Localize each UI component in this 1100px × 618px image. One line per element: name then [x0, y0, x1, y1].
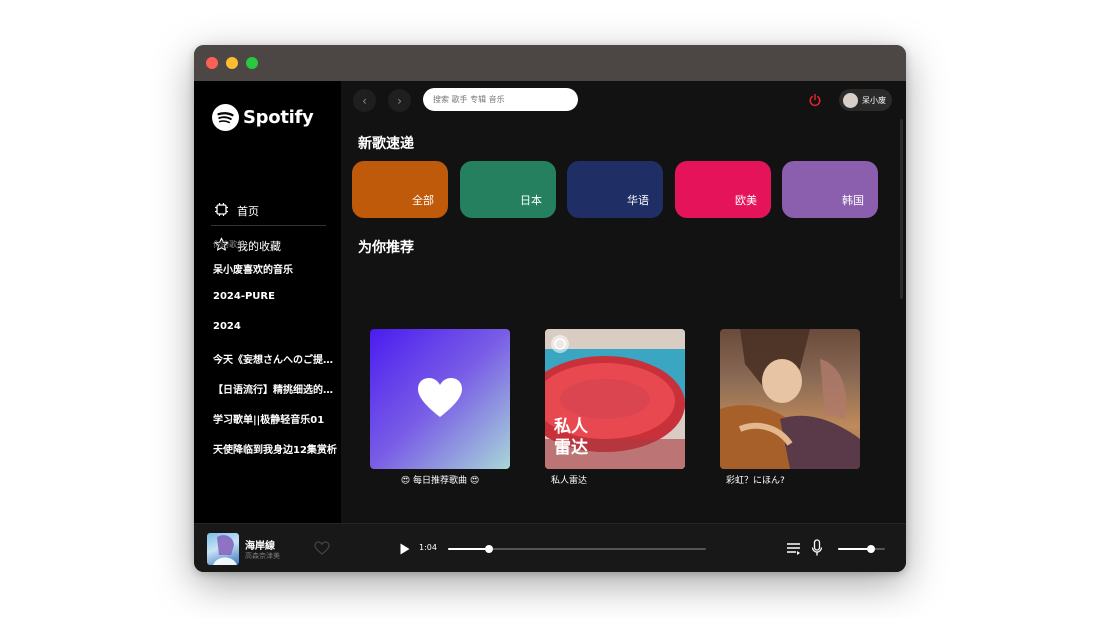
genre-card-all[interactable]: 全部	[352, 161, 448, 218]
sidebar-playlist-item[interactable]: 天使降临到我身边12集赏析	[213, 441, 337, 456]
genre-label: 日本	[520, 194, 542, 207]
genre-label: 韩国	[842, 194, 864, 207]
power-button[interactable]	[808, 92, 822, 111]
forward-button[interactable]: ›	[388, 89, 411, 112]
sidebar-playlist-item[interactable]: 2024-PURE	[213, 291, 337, 302]
now-playing-title[interactable]: 海岸線	[245, 537, 275, 552]
spotify-logo[interactable]: Spotify	[212, 103, 314, 131]
volume-handle[interactable]	[866, 545, 875, 553]
avatar	[843, 92, 858, 108]
sidebar-divider	[211, 225, 326, 226]
heart-icon	[418, 378, 462, 417]
current-time: 1:04	[419, 543, 437, 552]
play-button[interactable]	[399, 541, 411, 560]
lyrics-button[interactable]	[811, 539, 823, 561]
title-bar	[194, 45, 906, 81]
card-title: 彩虹？にほん?	[726, 476, 785, 486]
progress-bar[interactable]	[448, 545, 706, 553]
now-playing-cover[interactable]	[207, 533, 239, 565]
like-button[interactable]	[314, 540, 330, 559]
playlist-section-label: 你的歌单	[213, 240, 245, 249]
cover-image	[370, 329, 510, 469]
genre-label: 全部	[412, 194, 434, 207]
heart-outline-icon	[314, 541, 330, 555]
cover-image	[720, 329, 860, 469]
logo-text: Spotify	[243, 106, 314, 128]
genre-label: 华语	[627, 194, 649, 207]
album-art	[213, 535, 237, 565]
chevron-right-icon: ›	[397, 93, 402, 108]
genre-card-korean[interactable]: 韩国	[782, 161, 878, 218]
power-icon	[809, 93, 821, 107]
maximize-window-button[interactable]	[246, 57, 258, 69]
chip-icon	[214, 202, 229, 221]
search-input[interactable]	[433, 95, 563, 104]
genre-card-western[interactable]: 欧美	[675, 161, 771, 218]
progress-handle[interactable]	[485, 545, 494, 553]
nav-home-label: 首页	[237, 205, 259, 218]
volume-slider[interactable]	[838, 545, 885, 553]
close-window-button[interactable]	[206, 57, 218, 69]
sidebar: Spotify 首页 我的收藏 你的歌单 呆小废喜欢的音乐 2024-PURE …	[194, 81, 341, 523]
user-menu[interactable]: 呆小废	[839, 89, 892, 111]
scrollbar[interactable]	[900, 119, 903, 299]
genre-card-japan[interactable]: 日本	[460, 161, 556, 218]
sidebar-playlist-item[interactable]: 学习歌单||极静轻音乐01	[213, 411, 337, 426]
back-button[interactable]: ‹	[353, 89, 376, 112]
player-bar: 海岸線 高森奈津美 1:04	[194, 523, 906, 572]
chevron-left-icon: ‹	[362, 93, 367, 108]
progress-fill	[448, 548, 490, 550]
genre-card-chinese[interactable]: 华语	[567, 161, 663, 218]
new-songs-title: 新歌速递	[358, 136, 414, 152]
main-content: 新歌速递 全部 日本 华语 欧美 韩国 为你推荐 😍 每日推荐歌曲 😍 私人 雷…	[341, 119, 906, 523]
genre-label: 欧美	[735, 194, 757, 207]
microphone-icon	[811, 539, 823, 556]
nav-home[interactable]: 首页	[214, 201, 259, 221]
card-title: 私人雷达	[551, 476, 588, 486]
playlist-card-radar[interactable]: 私人 雷达 私人雷达	[545, 329, 685, 486]
cover-text: 私人 雷达	[554, 417, 588, 458]
playlist-card-anime[interactable]: 彩虹？にほん?	[720, 329, 860, 486]
search-box[interactable]	[423, 88, 578, 111]
recommend-title: 为你推荐	[358, 240, 414, 256]
app-window: Spotify 首页 我的收藏 你的歌单 呆小废喜欢的音乐 2024-PURE …	[194, 45, 906, 572]
top-bar: ‹ › 呆小废	[341, 81, 906, 119]
play-icon	[400, 543, 410, 555]
sidebar-playlist-item[interactable]: 呆小废喜欢的音乐	[213, 261, 337, 276]
spotify-icon	[212, 103, 239, 131]
minimize-window-button[interactable]	[226, 57, 238, 69]
cover-image: 私人 雷达	[545, 329, 685, 469]
queue-button[interactable]	[786, 541, 801, 560]
sidebar-playlist-item[interactable]: 2024	[213, 321, 337, 332]
user-name: 呆小废	[862, 95, 886, 105]
anime-artwork	[720, 329, 860, 469]
now-playing-artist[interactable]: 高森奈津美	[245, 551, 280, 561]
queue-icon	[787, 543, 800, 555]
sidebar-playlist-item[interactable]: 今天《妄想さんへのご提案》	[213, 351, 337, 366]
volume-fill	[838, 548, 871, 550]
playlist-card-daily[interactable]: 😍 每日推荐歌曲 😍	[370, 329, 510, 486]
card-title: 😍 每日推荐歌曲 😍	[400, 476, 480, 486]
sidebar-playlist-item[interactable]: 【日语流行】精挑细选的日语歌	[213, 381, 337, 396]
